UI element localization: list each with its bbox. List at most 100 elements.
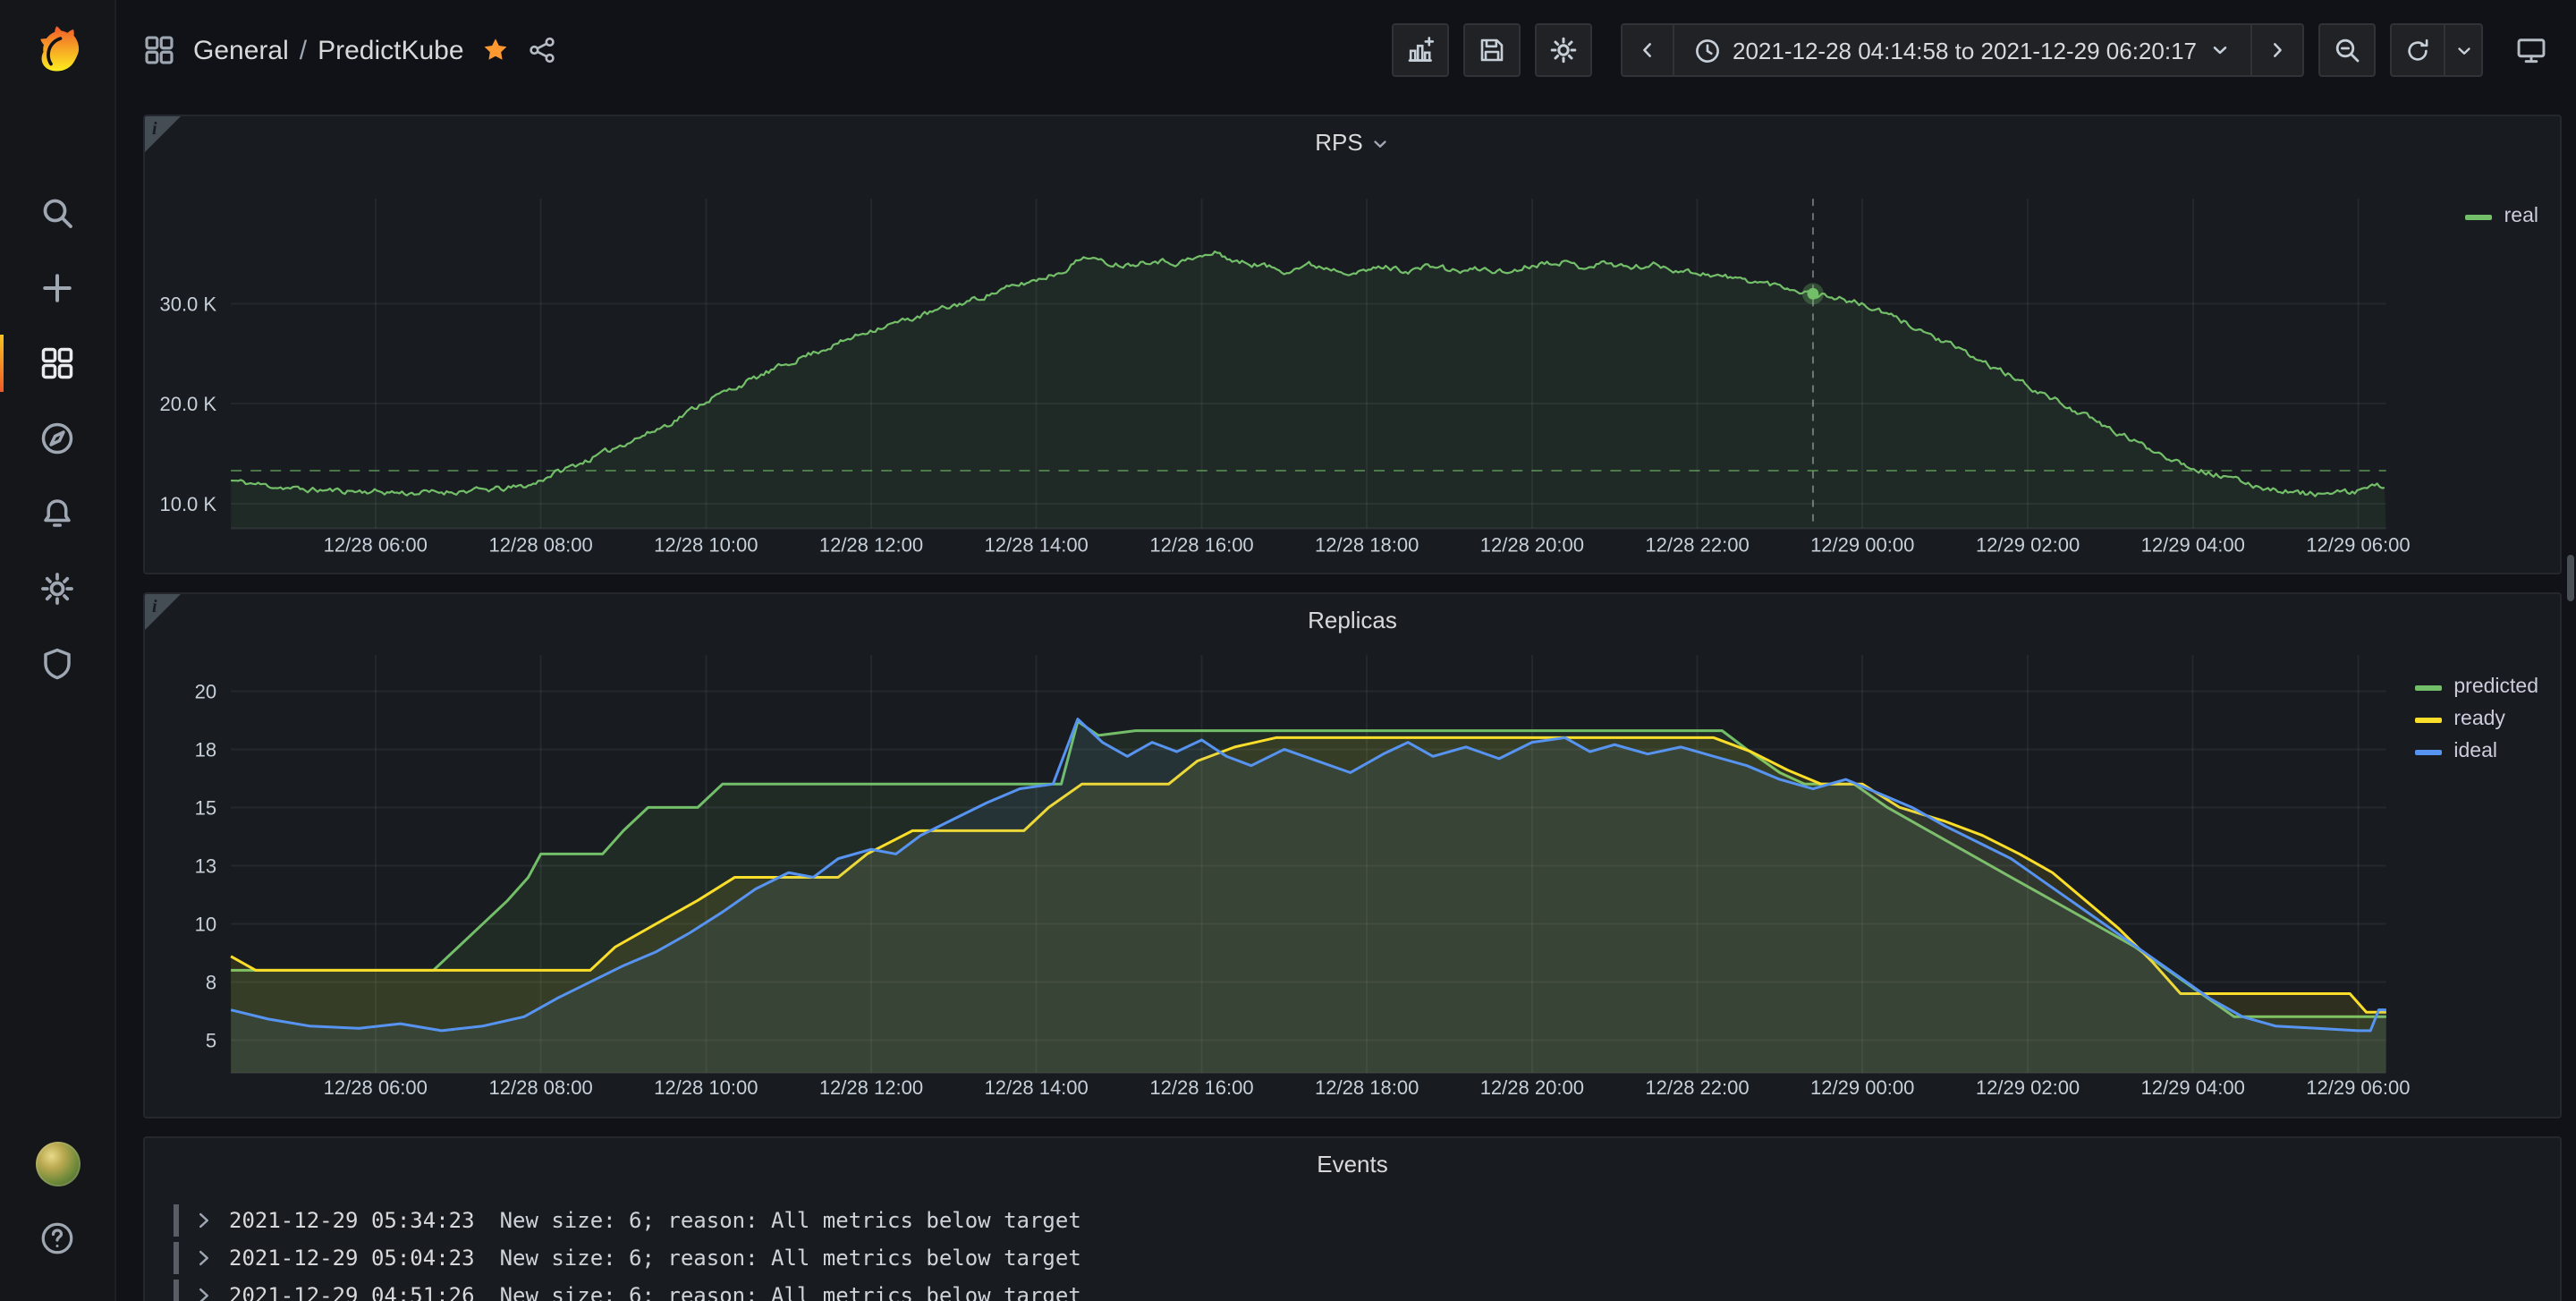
sidebar-item-configuration[interactable] xyxy=(0,551,114,626)
svg-text:12/29 02:00: 12/29 02:00 xyxy=(1976,1076,2080,1099)
sidebar-item-explore[interactable] xyxy=(0,401,114,476)
event-log-row[interactable]: 2021-12-29 05:04:23New size: 6; reason: … xyxy=(174,1242,2531,1274)
sidebar-item-create[interactable] xyxy=(0,251,114,326)
legend-item-ready[interactable]: ready xyxy=(2414,709,2538,730)
legend-item-predicted[interactable]: predicted xyxy=(2414,676,2538,698)
panel-info-corner-icon[interactable]: i xyxy=(145,116,181,152)
svg-text:12/28 06:00: 12/28 06:00 xyxy=(324,1076,428,1099)
panel-title-text: RPS xyxy=(1315,128,1362,155)
share-icon[interactable] xyxy=(529,36,557,64)
svg-text:10.0 K: 10.0 K xyxy=(159,493,216,515)
expand-chevron-icon xyxy=(195,1212,213,1229)
grafana-logo[interactable] xyxy=(0,0,114,100)
sidebar-item-dashboards[interactable] xyxy=(0,326,114,401)
star-icon[interactable] xyxy=(482,36,511,64)
clock-icon xyxy=(1693,37,1720,64)
legend-label: predicted xyxy=(2453,676,2538,698)
breadcrumb-folder[interactable]: General xyxy=(193,35,289,65)
replicas-chart[interactable]: 12/28 06:00 12/28 08:00 12/28 10:00 12/28 1… xyxy=(145,594,2560,1114)
svg-text:12/28 10:00: 12/28 10:00 xyxy=(654,1076,758,1099)
chevron-down-icon xyxy=(2453,40,2473,60)
chevron-down-icon xyxy=(2209,39,2231,61)
rps-legend: real xyxy=(2465,206,2538,227)
svg-text:8: 8 xyxy=(206,971,216,993)
refresh-button[interactable] xyxy=(2390,23,2445,77)
expand-chevron-icon xyxy=(195,1287,213,1301)
svg-text:18: 18 xyxy=(195,738,217,761)
svg-text:30.0 K: 30.0 K xyxy=(159,293,216,315)
panel-menu-caret-icon xyxy=(1370,133,1390,153)
sidebar-item-server-admin[interactable] xyxy=(0,626,114,702)
svg-text:i: i xyxy=(152,597,157,616)
time-range-label: 2021-12-28 04:14:58 to 2021-12-29 06:20:… xyxy=(1733,37,2197,64)
breadcrumb-separator: / xyxy=(300,35,307,65)
user-avatar xyxy=(35,1141,80,1186)
panel-title-text: Events xyxy=(1317,1150,1388,1177)
time-range-picker[interactable]: 2021-12-28 04:14:58 to 2021-12-29 06:20:… xyxy=(1672,23,2252,77)
breadcrumb: General / PredictKube xyxy=(143,34,557,66)
svg-text:12/29 00:00: 12/29 00:00 xyxy=(1810,534,1914,557)
replicas-legend: predicted ready ideal xyxy=(2414,676,2538,762)
event-log-row[interactable]: 2021-12-29 05:34:23New size: 6; reason: … xyxy=(174,1204,2531,1237)
legend-swatch xyxy=(2465,214,2492,219)
legend-label: ready xyxy=(2453,709,2505,730)
svg-text:12/28 18:00: 12/28 18:00 xyxy=(1315,534,1419,557)
svg-text:12/28 12:00: 12/28 12:00 xyxy=(819,1076,923,1099)
compass-icon xyxy=(39,421,75,456)
sidebar-item-help[interactable] xyxy=(0,1201,114,1276)
kiosk-mode-button[interactable] xyxy=(2515,34,2547,66)
panel-rps: i RPS 12/28 06:0012/28 08:0012/28 10:001… xyxy=(143,115,2562,574)
add-panel-button[interactable] xyxy=(1391,23,1448,77)
sidebar-item-profile[interactable] xyxy=(0,1126,114,1201)
svg-text:i: i xyxy=(152,119,157,139)
sidebar-item-search[interactable] xyxy=(0,175,114,251)
svg-text:12/29 02:00: 12/29 02:00 xyxy=(1976,534,2080,557)
breadcrumb-dashboard[interactable]: PredictKube xyxy=(318,35,463,65)
sidebar-item-alerting[interactable] xyxy=(0,476,114,551)
time-shift-back-button[interactable] xyxy=(1620,23,1674,77)
rps-chart[interactable]: 12/28 06:0012/28 08:0012/28 10:0012/28 1… xyxy=(145,116,2560,570)
scrollbar-thumb[interactable] xyxy=(2567,555,2574,601)
svg-text:12/29 06:00: 12/29 06:00 xyxy=(2306,534,2410,557)
sidebar-nav xyxy=(0,175,114,702)
svg-text:12/29 04:00: 12/29 04:00 xyxy=(2141,534,2245,557)
svg-text:12/28 08:00: 12/28 08:00 xyxy=(488,1076,592,1099)
panel-title-events[interactable]: Events xyxy=(145,1138,2560,1188)
panel-title-rps[interactable]: RPS xyxy=(145,116,2560,166)
save-dashboard-button[interactable] xyxy=(1462,23,1520,77)
search-icon xyxy=(39,195,75,231)
svg-text:12/29 00:00: 12/29 00:00 xyxy=(1810,1076,1914,1099)
bell-icon xyxy=(39,496,75,531)
event-log-row[interactable]: 2021-12-29 04:51:26 New size: 6; reason: … xyxy=(174,1280,2531,1301)
legend-item-real[interactable]: real xyxy=(2465,206,2538,227)
event-log-rows: 2021-12-29 05:34:23New size: 6; reason: … xyxy=(174,1204,2531,1301)
event-timestamp: 2021-12-29 04:51:26 xyxy=(229,1283,475,1301)
gear-icon xyxy=(1548,36,1577,64)
dashboard-settings-button[interactable] xyxy=(1534,23,1591,77)
save-icon xyxy=(1477,36,1505,64)
time-picker-group: 2021-12-28 04:14:58 to 2021-12-29 06:20:… xyxy=(1620,23,2304,77)
topbar: General / PredictKube xyxy=(114,0,2576,100)
panel-replicas: i Replicas 12/28 06:00 12/28 08:00 12/28 1… xyxy=(143,592,2562,1118)
legend-item-ideal[interactable]: ideal xyxy=(2414,741,2538,762)
grafana-dashboard: General / PredictKube xyxy=(0,0,2576,1301)
svg-text:12/28 22:00: 12/28 22:00 xyxy=(1645,1076,1749,1099)
refresh-icon xyxy=(2404,37,2431,64)
chevron-left-icon xyxy=(1636,39,1657,61)
panel-info-corner-icon[interactable]: i xyxy=(145,594,181,630)
panel-title-replicas[interactable]: Replicas xyxy=(145,594,2560,644)
zoom-out-time-button[interactable] xyxy=(2318,23,2376,77)
svg-text:12/28 20:00: 12/28 20:00 xyxy=(1480,1076,1584,1099)
svg-text:12/29 04:00: 12/29 04:00 xyxy=(2141,1076,2245,1099)
svg-text:12/28 14:00: 12/28 14:00 xyxy=(985,534,1089,557)
chevron-right-icon xyxy=(2267,39,2288,61)
expand-chevron-icon xyxy=(195,1249,213,1267)
refresh-interval-button[interactable] xyxy=(2444,23,2483,77)
sidebar xyxy=(0,0,116,1301)
legend-label: ideal xyxy=(2453,741,2497,762)
monitor-icon xyxy=(2515,34,2547,66)
time-shift-forward-button[interactable] xyxy=(2250,23,2304,77)
help-icon xyxy=(39,1220,75,1256)
event-message: New size: 6; reason: All metrics below t… xyxy=(500,1283,1081,1301)
panel-title-text: Replicas xyxy=(1308,606,1397,633)
